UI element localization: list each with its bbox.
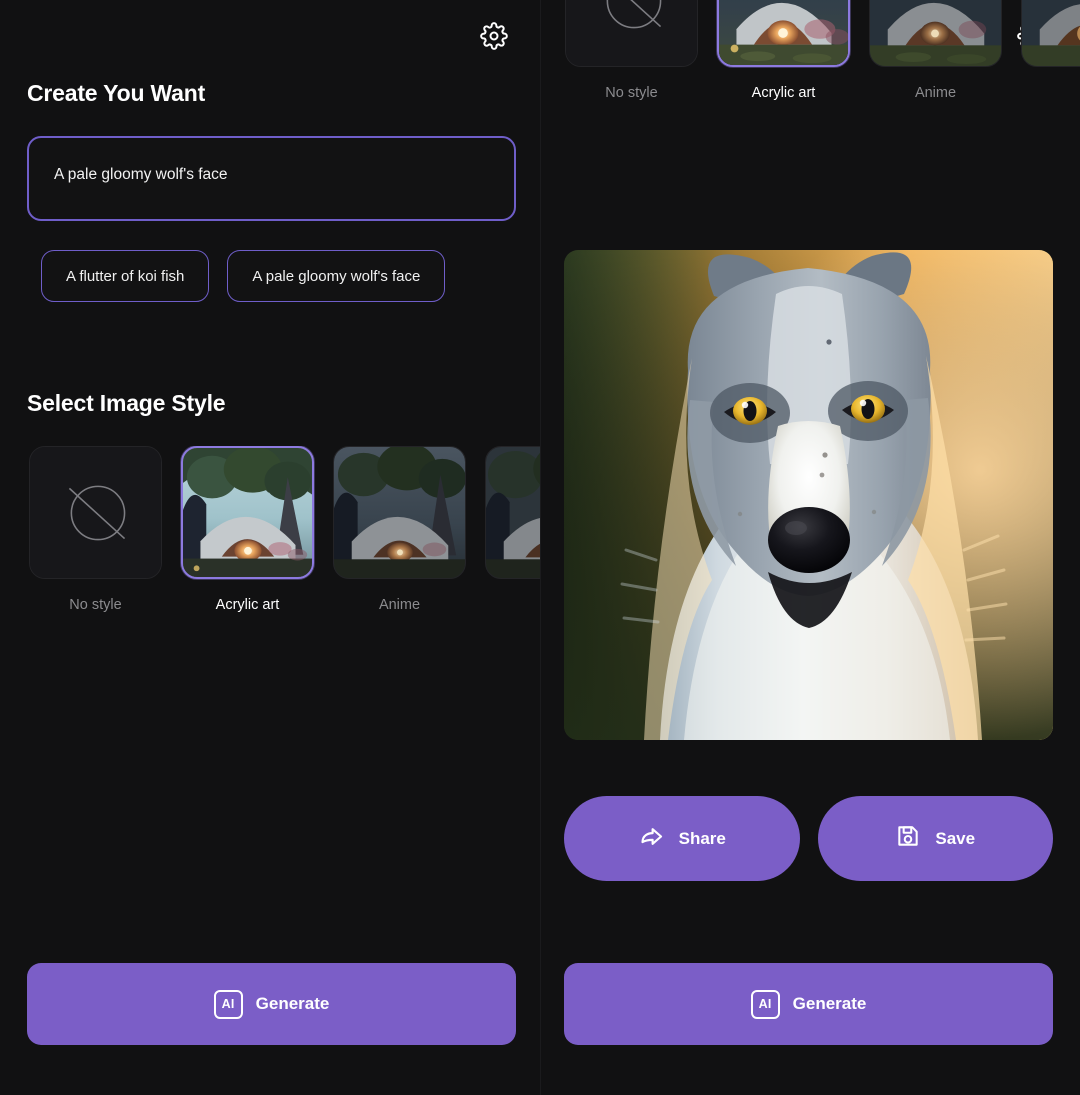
ai-badge-icon: AI <box>750 989 780 1019</box>
generate-button-label: Generate <box>792 994 867 1013</box>
landscape-thumbnail-dim-image <box>870 0 1001 66</box>
save-button-label: Save <box>935 828 976 848</box>
style-option-partial[interactable] <box>485 446 540 613</box>
style-thumbnail-acrylic-art <box>717 0 850 67</box>
style-label-acrylic-art: Acrylic art <box>751 85 816 101</box>
landscape-thumbnail-partial-image <box>1022 0 1080 66</box>
share-button-label: Share <box>678 828 726 848</box>
style-label-anime: Anime <box>914 85 957 101</box>
style-thumbnail-anime <box>333 446 466 579</box>
generate-button-left[interactable]: AI Generate <box>27 963 516 1045</box>
landscape-thumbnail-dim-image <box>334 447 465 578</box>
style-option-no-style[interactable]: No style <box>29 446 162 613</box>
style-option-acrylic-art[interactable]: Acrylic art <box>181 446 314 613</box>
share-icon <box>638 823 665 855</box>
style-thumbnail-partial <box>485 446 540 579</box>
style-option-no-style-right[interactable]: No style <box>565 0 698 101</box>
style-thumbnail-acrylic-art <box>181 446 314 579</box>
ai-badge-icon: AI <box>213 989 243 1019</box>
gear-icon <box>480 21 508 55</box>
prompt-input-value: A pale gloomy wolf's face <box>54 166 228 183</box>
floppy-disk-icon <box>895 823 921 854</box>
style-option-acrylic-art-right[interactable]: Acrylic art <box>717 0 850 101</box>
action-button-group: Share Save <box>564 796 1053 881</box>
style-option-anime[interactable]: Anime <box>333 446 466 613</box>
generate-button-right[interactable]: AI Generate <box>564 963 1053 1045</box>
style-label-acrylic-art: Acrylic art <box>215 597 280 613</box>
no-style-icon <box>30 447 161 578</box>
left-panel: Create You Want A pale gloomy wolf's fac… <box>0 0 540 1095</box>
style-thumbnail-no-style <box>29 446 162 579</box>
page-title-style: Select Image Style <box>27 390 226 416</box>
save-button[interactable]: Save <box>817 796 1053 881</box>
suggestion-chip-wolf-face[interactable]: A pale gloomy wolf's face <box>227 250 446 302</box>
style-strip: No style Acrylic art Anime <box>29 446 540 613</box>
prompt-input[interactable]: A pale gloomy wolf's face <box>27 136 516 221</box>
page-title-create: Create You Want <box>27 80 206 106</box>
landscape-thumbnail-bright-image <box>183 448 312 577</box>
app-root: Create You Want A pale gloomy wolf's fac… <box>0 0 1080 1095</box>
landscape-thumbnail-bright-image <box>719 0 848 65</box>
no-style-icon <box>566 0 697 66</box>
generated-image[interactable] <box>564 250 1053 740</box>
style-selector-right[interactable]: No style Acrylic art Anime <box>541 0 1080 180</box>
style-label-no-style: No style <box>605 85 658 101</box>
suggestion-chip-list: A flutter of koi fish A pale gloomy wolf… <box>41 250 446 302</box>
style-label-no-style: No style <box>69 597 122 613</box>
style-option-anime-right[interactable]: Anime <box>869 0 1002 101</box>
wolf-portrait-image <box>564 250 1053 740</box>
style-thumbnail-partial <box>1021 0 1080 67</box>
style-strip-right: No style Acrylic art Anime <box>565 0 1080 101</box>
style-thumbnail-anime <box>869 0 1002 67</box>
suggestion-chip-koi-fish[interactable]: A flutter of koi fish <box>41 250 210 302</box>
style-label-anime: Anime <box>378 597 421 613</box>
settings-button[interactable] <box>478 21 510 55</box>
landscape-thumbnail-partial-image <box>486 447 540 578</box>
style-option-partial-right[interactable] <box>1021 0 1080 101</box>
style-selector-left[interactable]: No style Acrylic art Anime <box>0 446 540 631</box>
share-button[interactable]: Share <box>564 796 800 881</box>
style-thumbnail-no-style <box>565 0 698 67</box>
generate-button-label: Generate <box>255 994 330 1013</box>
right-panel: No style Acrylic art Anime Share Save AI… <box>540 0 1080 1095</box>
